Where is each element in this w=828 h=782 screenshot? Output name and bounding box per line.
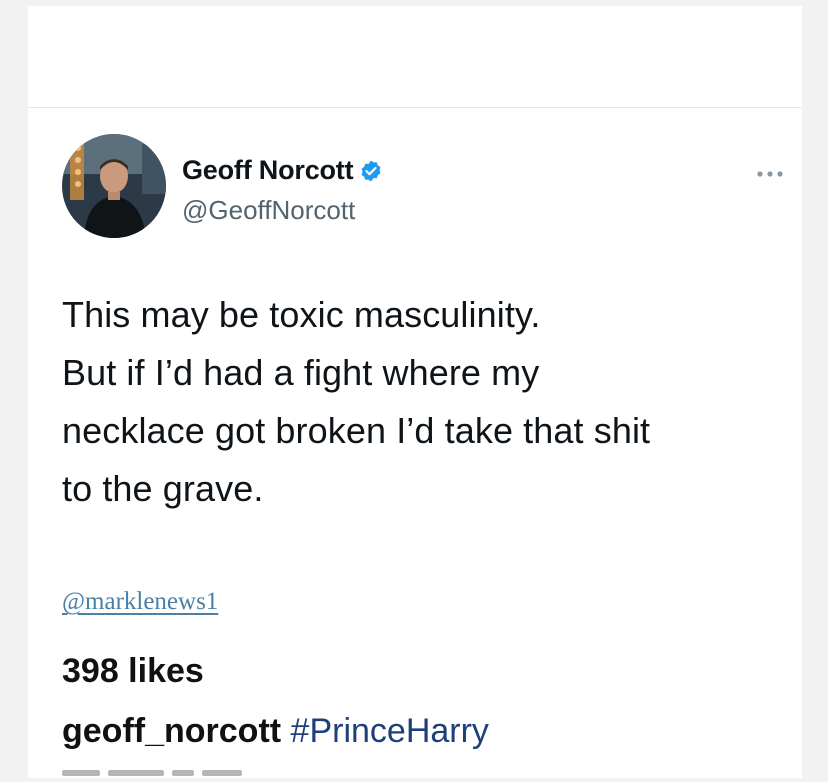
tweet-text-line: But if I’d had a fight where my: [62, 352, 540, 393]
avatar-photo: [62, 134, 166, 238]
likes-count[interactable]: 398 likes: [62, 652, 204, 691]
tweet-text-line: necklace got broken I’d take that shit: [62, 410, 651, 451]
more-options-icon[interactable]: [752, 164, 788, 184]
user-handle[interactable]: @GeoffNorcott: [182, 195, 355, 226]
caption-hashtag[interactable]: #PrinceHarry: [291, 712, 489, 750]
caption-username[interactable]: geoff_norcott: [62, 712, 281, 750]
tweet-card: Geoff Norcott @GeoffNorcott This may be …: [28, 108, 802, 778]
author-row: Geoff Norcott: [182, 155, 383, 186]
watermark-handle: @marklenews1: [62, 588, 219, 615]
avatar[interactable]: [62, 134, 166, 238]
display-name[interactable]: Geoff Norcott: [182, 155, 354, 186]
top-blank-area: [28, 6, 802, 108]
cut-off-text-row: [62, 770, 262, 778]
verified-badge-icon: [359, 159, 383, 183]
post-frame: Geoff Norcott @GeoffNorcott This may be …: [28, 6, 802, 778]
tweet-text: This may be toxic masculinity. But if I’…: [62, 286, 782, 518]
tweet-text-line: This may be toxic masculinity.: [62, 294, 541, 335]
post-caption: geoff_norcott #PrinceHarry: [62, 712, 489, 751]
tweet-text-line: to the grave.: [62, 468, 264, 509]
